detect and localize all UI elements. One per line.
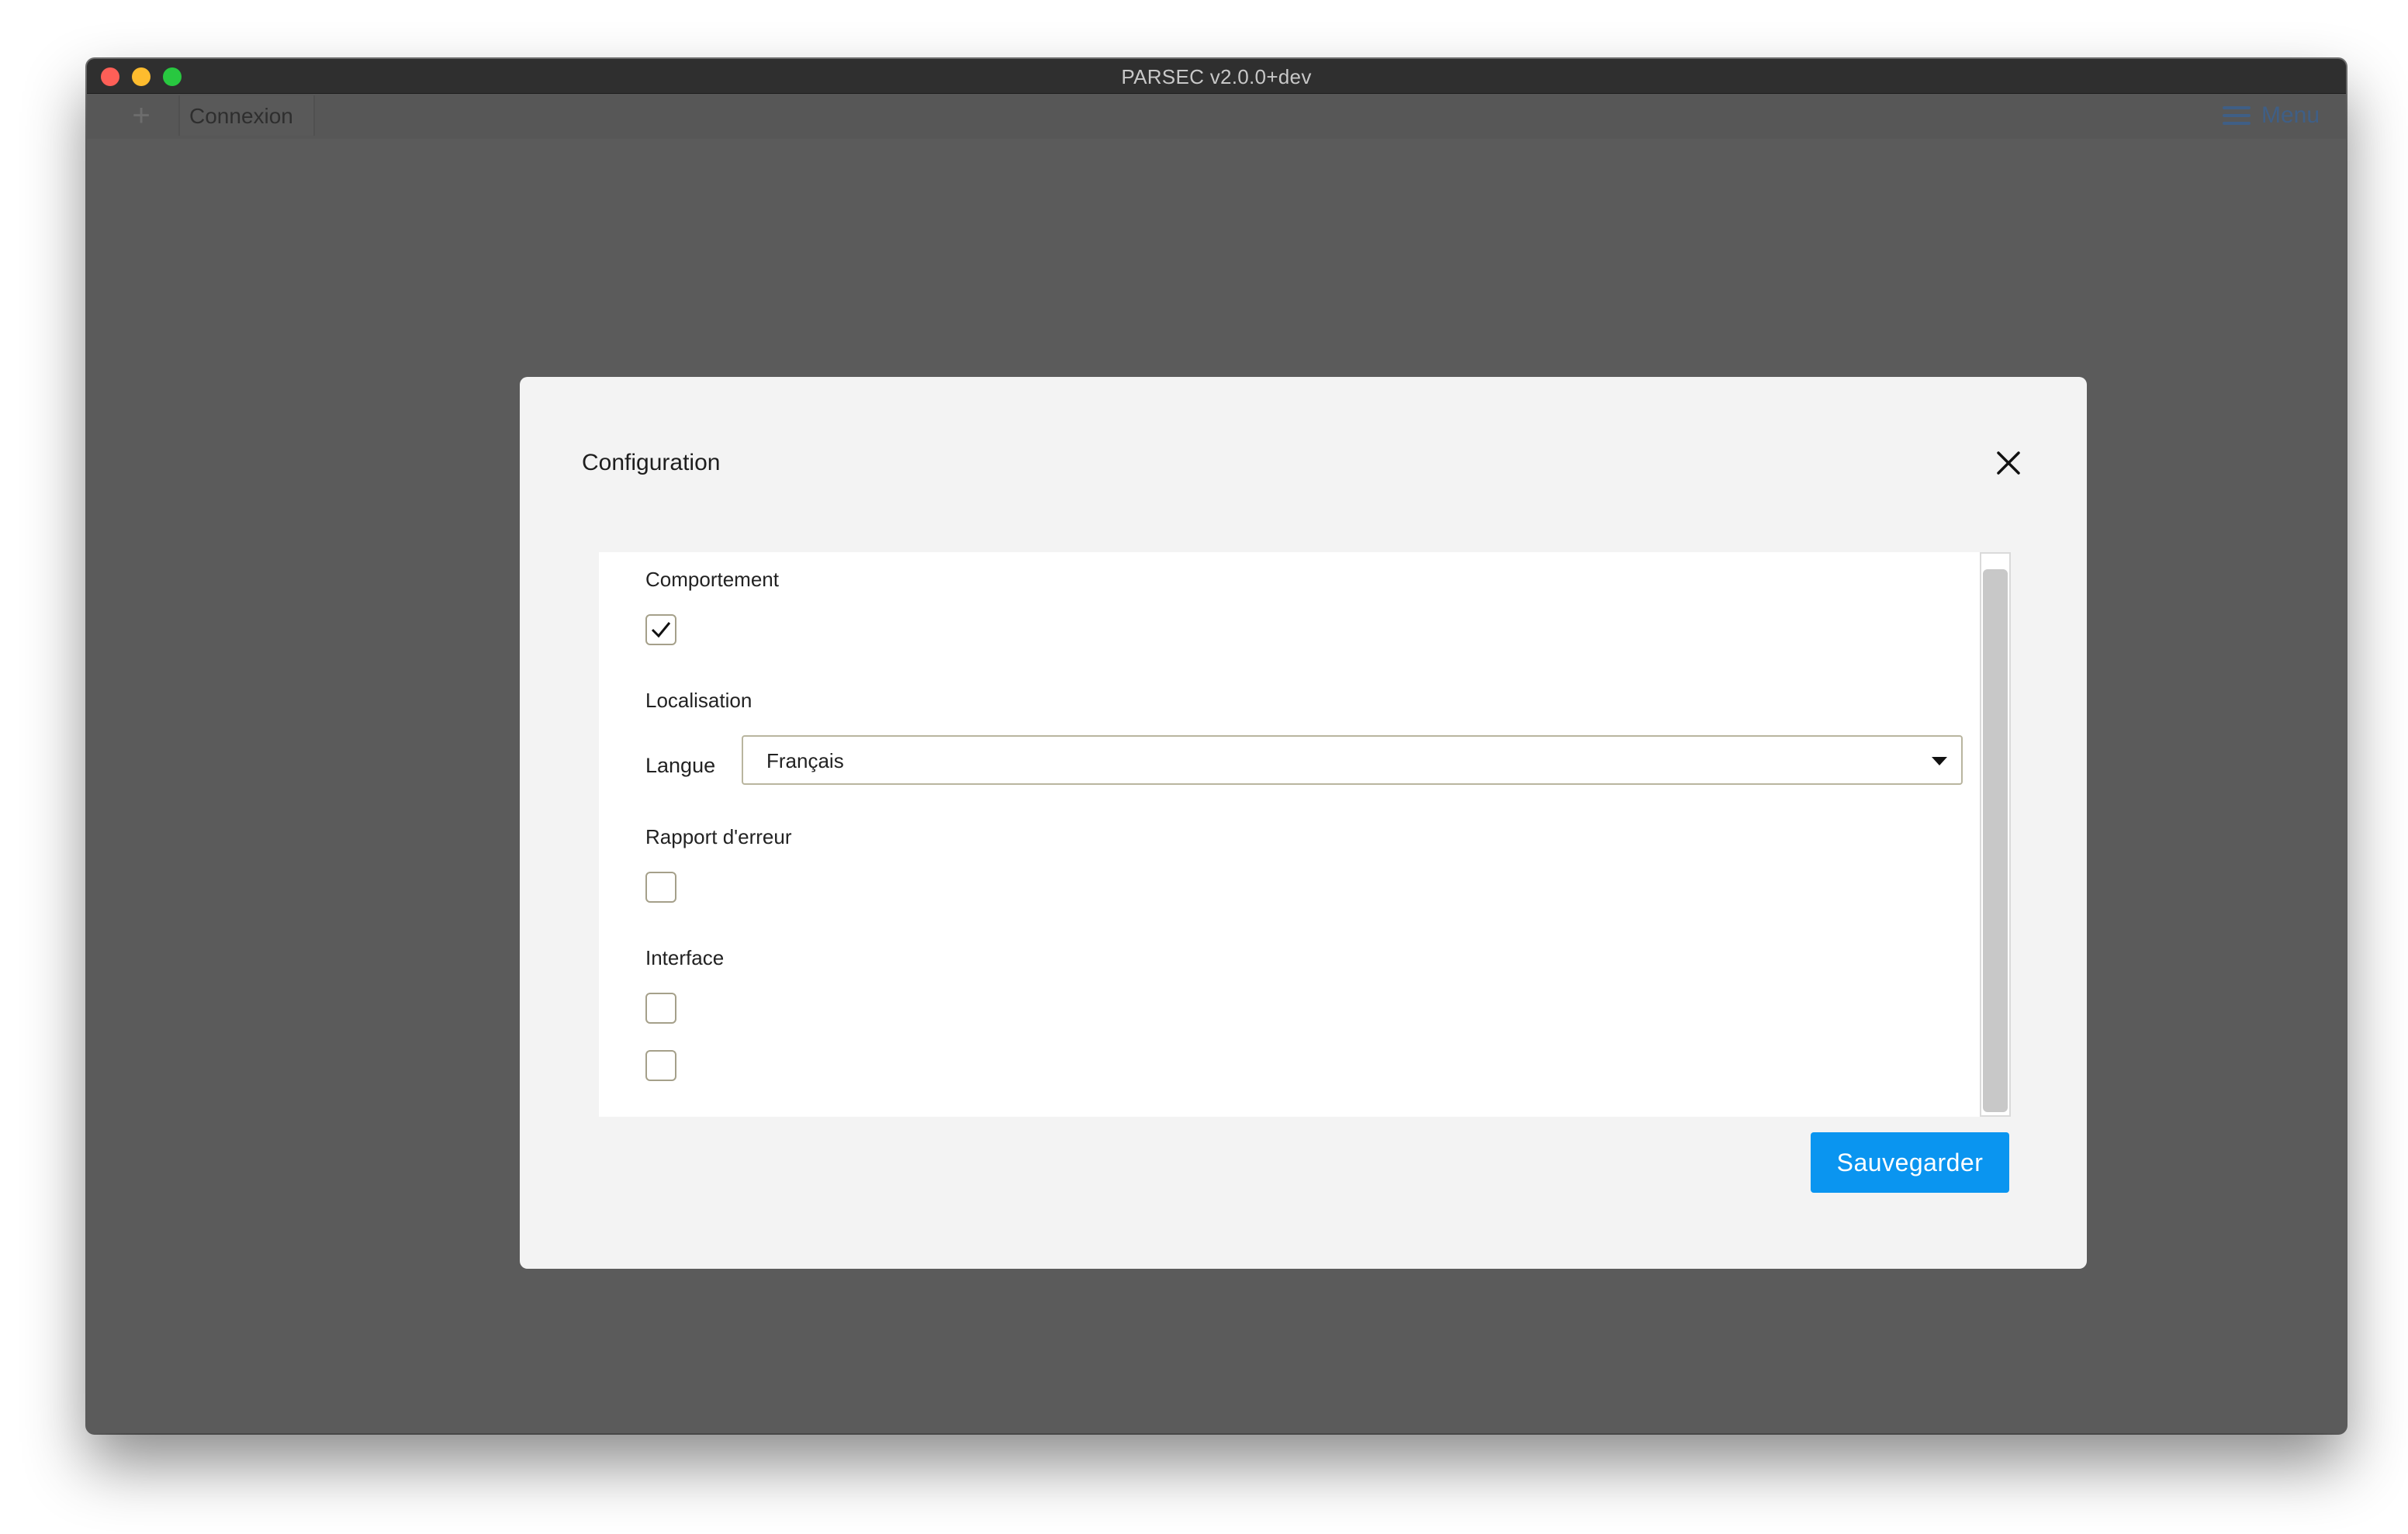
checkmark-icon [651,622,671,638]
localisation-section-label: Localisation [645,689,752,712]
language-select-value: Français [766,749,844,772]
language-label: Langue [645,754,716,777]
close-icon [1997,451,2020,475]
error-report-checkbox[interactable] [645,872,676,903]
interface-option-1-checkbox[interactable] [645,993,676,1024]
scrollbar-thumb[interactable] [1983,569,2008,1112]
hamburger-icon [2222,106,2251,125]
close-dialog-button[interactable] [1995,450,2022,476]
behavior-checkbox[interactable] [645,614,676,645]
save-button[interactable]: Sauvegarder [1811,1132,2009,1193]
interface-option-2-checkbox[interactable] [645,1050,676,1081]
dropdown-caret-icon [1932,757,1947,765]
add-tab-button[interactable]: + [118,94,164,139]
app-window: PARSEC v2.0.0+dev + Connexion Menu Confi… [87,59,2346,1433]
tab-bar: + Connexion Menu [87,94,2346,139]
menu-label: Menu [2261,102,2320,128]
dialog-title: Configuration [582,450,721,475]
interface-section-label: Interface [645,946,725,969]
error-report-section-label: Rapport d'erreur [645,825,792,848]
title-bar: PARSEC v2.0.0+dev [87,59,2346,94]
configuration-dialog: Configuration Comportement Localisation … [520,377,2087,1269]
panel-scrollbar[interactable] [1980,552,2011,1117]
menu-button[interactable]: Menu [2222,98,2320,133]
behavior-section-label: Comportement [645,568,779,591]
settings-panel: Comportement Localisation Langue Françai… [599,552,2011,1117]
tab-connexion[interactable]: Connexion [178,95,315,136]
language-select[interactable]: Français [742,735,1963,785]
window-title: PARSEC v2.0.0+dev [1121,65,1312,88]
